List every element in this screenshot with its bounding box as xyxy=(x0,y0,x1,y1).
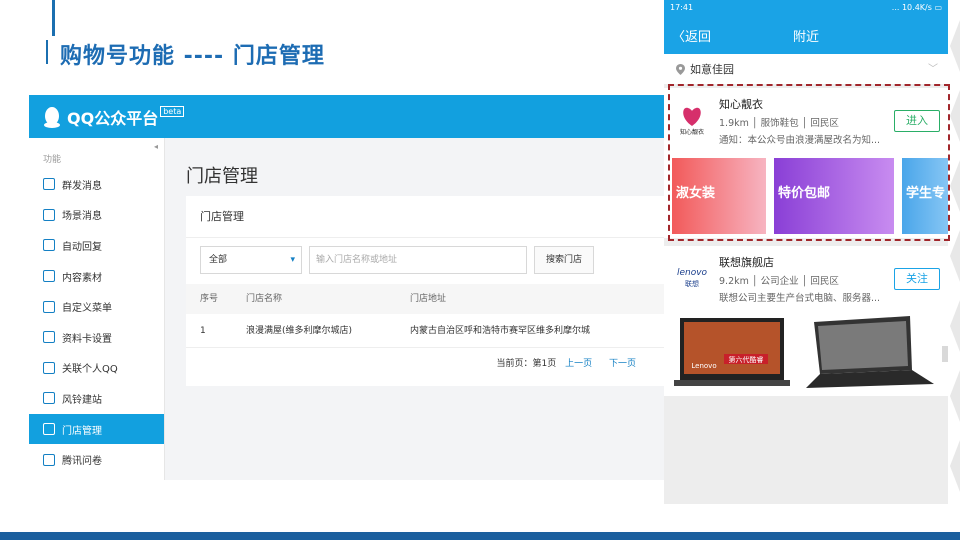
nav-title: 附近 xyxy=(792,30,819,45)
link-icon xyxy=(43,361,55,374)
svg-text:联想: 联想 xyxy=(685,279,699,288)
shop-item[interactable]: lenovo 联想 联想旗舰店 9.2km │ 公司企业 │ 回民区 联想公司主… xyxy=(664,246,948,396)
qq-platform-screenshot: QQ公众平台 beta ◂ 功能 群发消息 场景消息 自动回复 内容素材 自定义… xyxy=(29,95,665,480)
svg-text:第六代酷睿: 第六代酷睿 xyxy=(729,355,764,364)
location-name: 如意佳园 xyxy=(690,63,734,76)
sidebar-group-label: 功能 xyxy=(43,155,62,165)
status-right: ... 10.4K/s ▭ xyxy=(892,3,942,12)
qq-header: QQ公众平台 beta xyxy=(29,95,665,138)
filter-select[interactable]: 全部 ▾ xyxy=(200,246,302,274)
sidebar-item-survey[interactable]: 腾讯问卷 xyxy=(29,444,164,475)
location-bar[interactable]: 如意佳园 ﹀ xyxy=(664,54,948,84)
site-builder-icon xyxy=(43,392,55,405)
sidebar-item-custom-menu[interactable]: 自定义菜单 xyxy=(29,291,164,322)
battery-icon: ▭ xyxy=(934,2,942,12)
column-header: 门店名称 xyxy=(246,294,283,304)
highlight-box xyxy=(668,84,950,241)
chevron-down-icon: ﹀ xyxy=(928,64,938,75)
auto-reply-icon xyxy=(43,239,55,252)
slide-accent-mark xyxy=(46,40,48,64)
slide-right-decoration xyxy=(950,0,960,540)
survey-icon xyxy=(43,453,55,466)
shop-name: 联想旗舰店 xyxy=(719,256,774,269)
sidebar-item-content[interactable]: 内容素材 xyxy=(29,261,164,292)
search-store-button[interactable]: 搜索门店 xyxy=(534,246,594,274)
main-content: 门店管理 门店管理 全部 ▾ 输入门店名称或地址 搜索门店 序号 门店名称 门店… xyxy=(166,138,665,480)
pager-current: 当前页：第1页 xyxy=(496,359,557,369)
sidebar-item-link-qq[interactable]: 关联个人QQ xyxy=(29,353,164,384)
search-input[interactable]: 输入门店名称或地址 xyxy=(309,246,527,274)
collapse-icon[interactable]: ◂ xyxy=(154,142,158,151)
table-row[interactable]: 1 浪漫满屋(维多利摩尔城店) 内蒙古自治区呼和浩特市赛罕区维多利摩尔城 xyxy=(186,314,665,348)
prev-page-link[interactable]: 上一页 xyxy=(565,359,592,369)
sidebar-item-broadcast[interactable]: 群发消息 xyxy=(29,169,164,200)
sidebar-item-store[interactable]: 门店管理 xyxy=(29,413,164,445)
store-card: 门店管理 全部 ▾ 输入门店名称或地址 搜索门店 序号 门店名称 门店地址 1 … xyxy=(186,196,665,386)
sidebar-item-scene-message[interactable]: 场景消息 xyxy=(29,200,164,231)
follow-button[interactable]: 关注 xyxy=(894,268,940,290)
location-pin-icon xyxy=(676,63,685,75)
network-speed: ... 10.4K/s xyxy=(891,2,932,12)
column-header: 序号 xyxy=(200,294,219,304)
page-title: 门店管理 xyxy=(186,166,258,187)
row-index: 1 xyxy=(200,326,206,336)
scene-message-icon xyxy=(43,208,55,221)
svg-text:lenovo: lenovo xyxy=(677,268,708,278)
sidebar: ◂ 功能 群发消息 场景消息 自动回复 内容素材 自定义菜单 资料卡设置 关联个… xyxy=(29,138,165,480)
profile-card-icon xyxy=(43,331,55,344)
store-address: 内蒙古自治区呼和浩特市赛罕区维多利摩尔城 xyxy=(410,326,591,336)
shop-meta: 9.2km │ 公司企业 │ 回民区 xyxy=(719,276,839,287)
beta-badge: beta xyxy=(160,106,185,117)
chevron-down-icon: ▾ xyxy=(290,255,295,265)
slide-title: 购物号功能 ---- 门店管理 xyxy=(60,44,325,69)
store-icon xyxy=(43,423,55,436)
svg-text:Lenovo: Lenovo xyxy=(691,362,716,370)
sidebar-item-site-builder[interactable]: 风铃建站 xyxy=(29,383,164,414)
menu-icon xyxy=(43,300,55,313)
phone-screenshot: 17:41 ... 10.4K/s ▭ 〈返回 附近 如意佳园 ﹀ 知心靓衣 知… xyxy=(664,0,948,504)
broadcast-icon xyxy=(43,178,55,191)
laptop-product-image: 第六代酷睿 Lenovo xyxy=(674,316,948,388)
qq-penguin-icon xyxy=(44,106,60,128)
qq-brand: QQ公众平台 xyxy=(67,108,159,128)
column-header: 门店地址 xyxy=(410,294,447,304)
store-name: 浪漫满屋(维多利摩尔城店) xyxy=(246,326,353,336)
shop-note: 联想公司主要生产台式电脑、服务器... xyxy=(719,293,881,304)
nav-bar: 〈返回 附近 xyxy=(664,14,948,54)
status-time: 17:41 xyxy=(670,2,694,12)
sidebar-item-auto-reply[interactable]: 自动回复 xyxy=(29,230,164,261)
sidebar-item-profile-card[interactable]: 资料卡设置 xyxy=(29,322,164,353)
slide-accent-line xyxy=(52,0,55,36)
pagination: 当前页：第1页 上一页 下一页 xyxy=(496,356,636,369)
table-header: 序号 门店名称 门店地址 xyxy=(186,284,665,314)
slide-bottom-bar xyxy=(0,532,960,540)
content-icon xyxy=(43,270,55,283)
next-page-link[interactable]: 下一页 xyxy=(609,359,636,369)
card-title: 门店管理 xyxy=(186,196,665,238)
shop-logo-lenovo: lenovo 联想 xyxy=(677,268,708,288)
status-bar: 17:41 ... 10.4K/s ▭ xyxy=(664,0,948,14)
